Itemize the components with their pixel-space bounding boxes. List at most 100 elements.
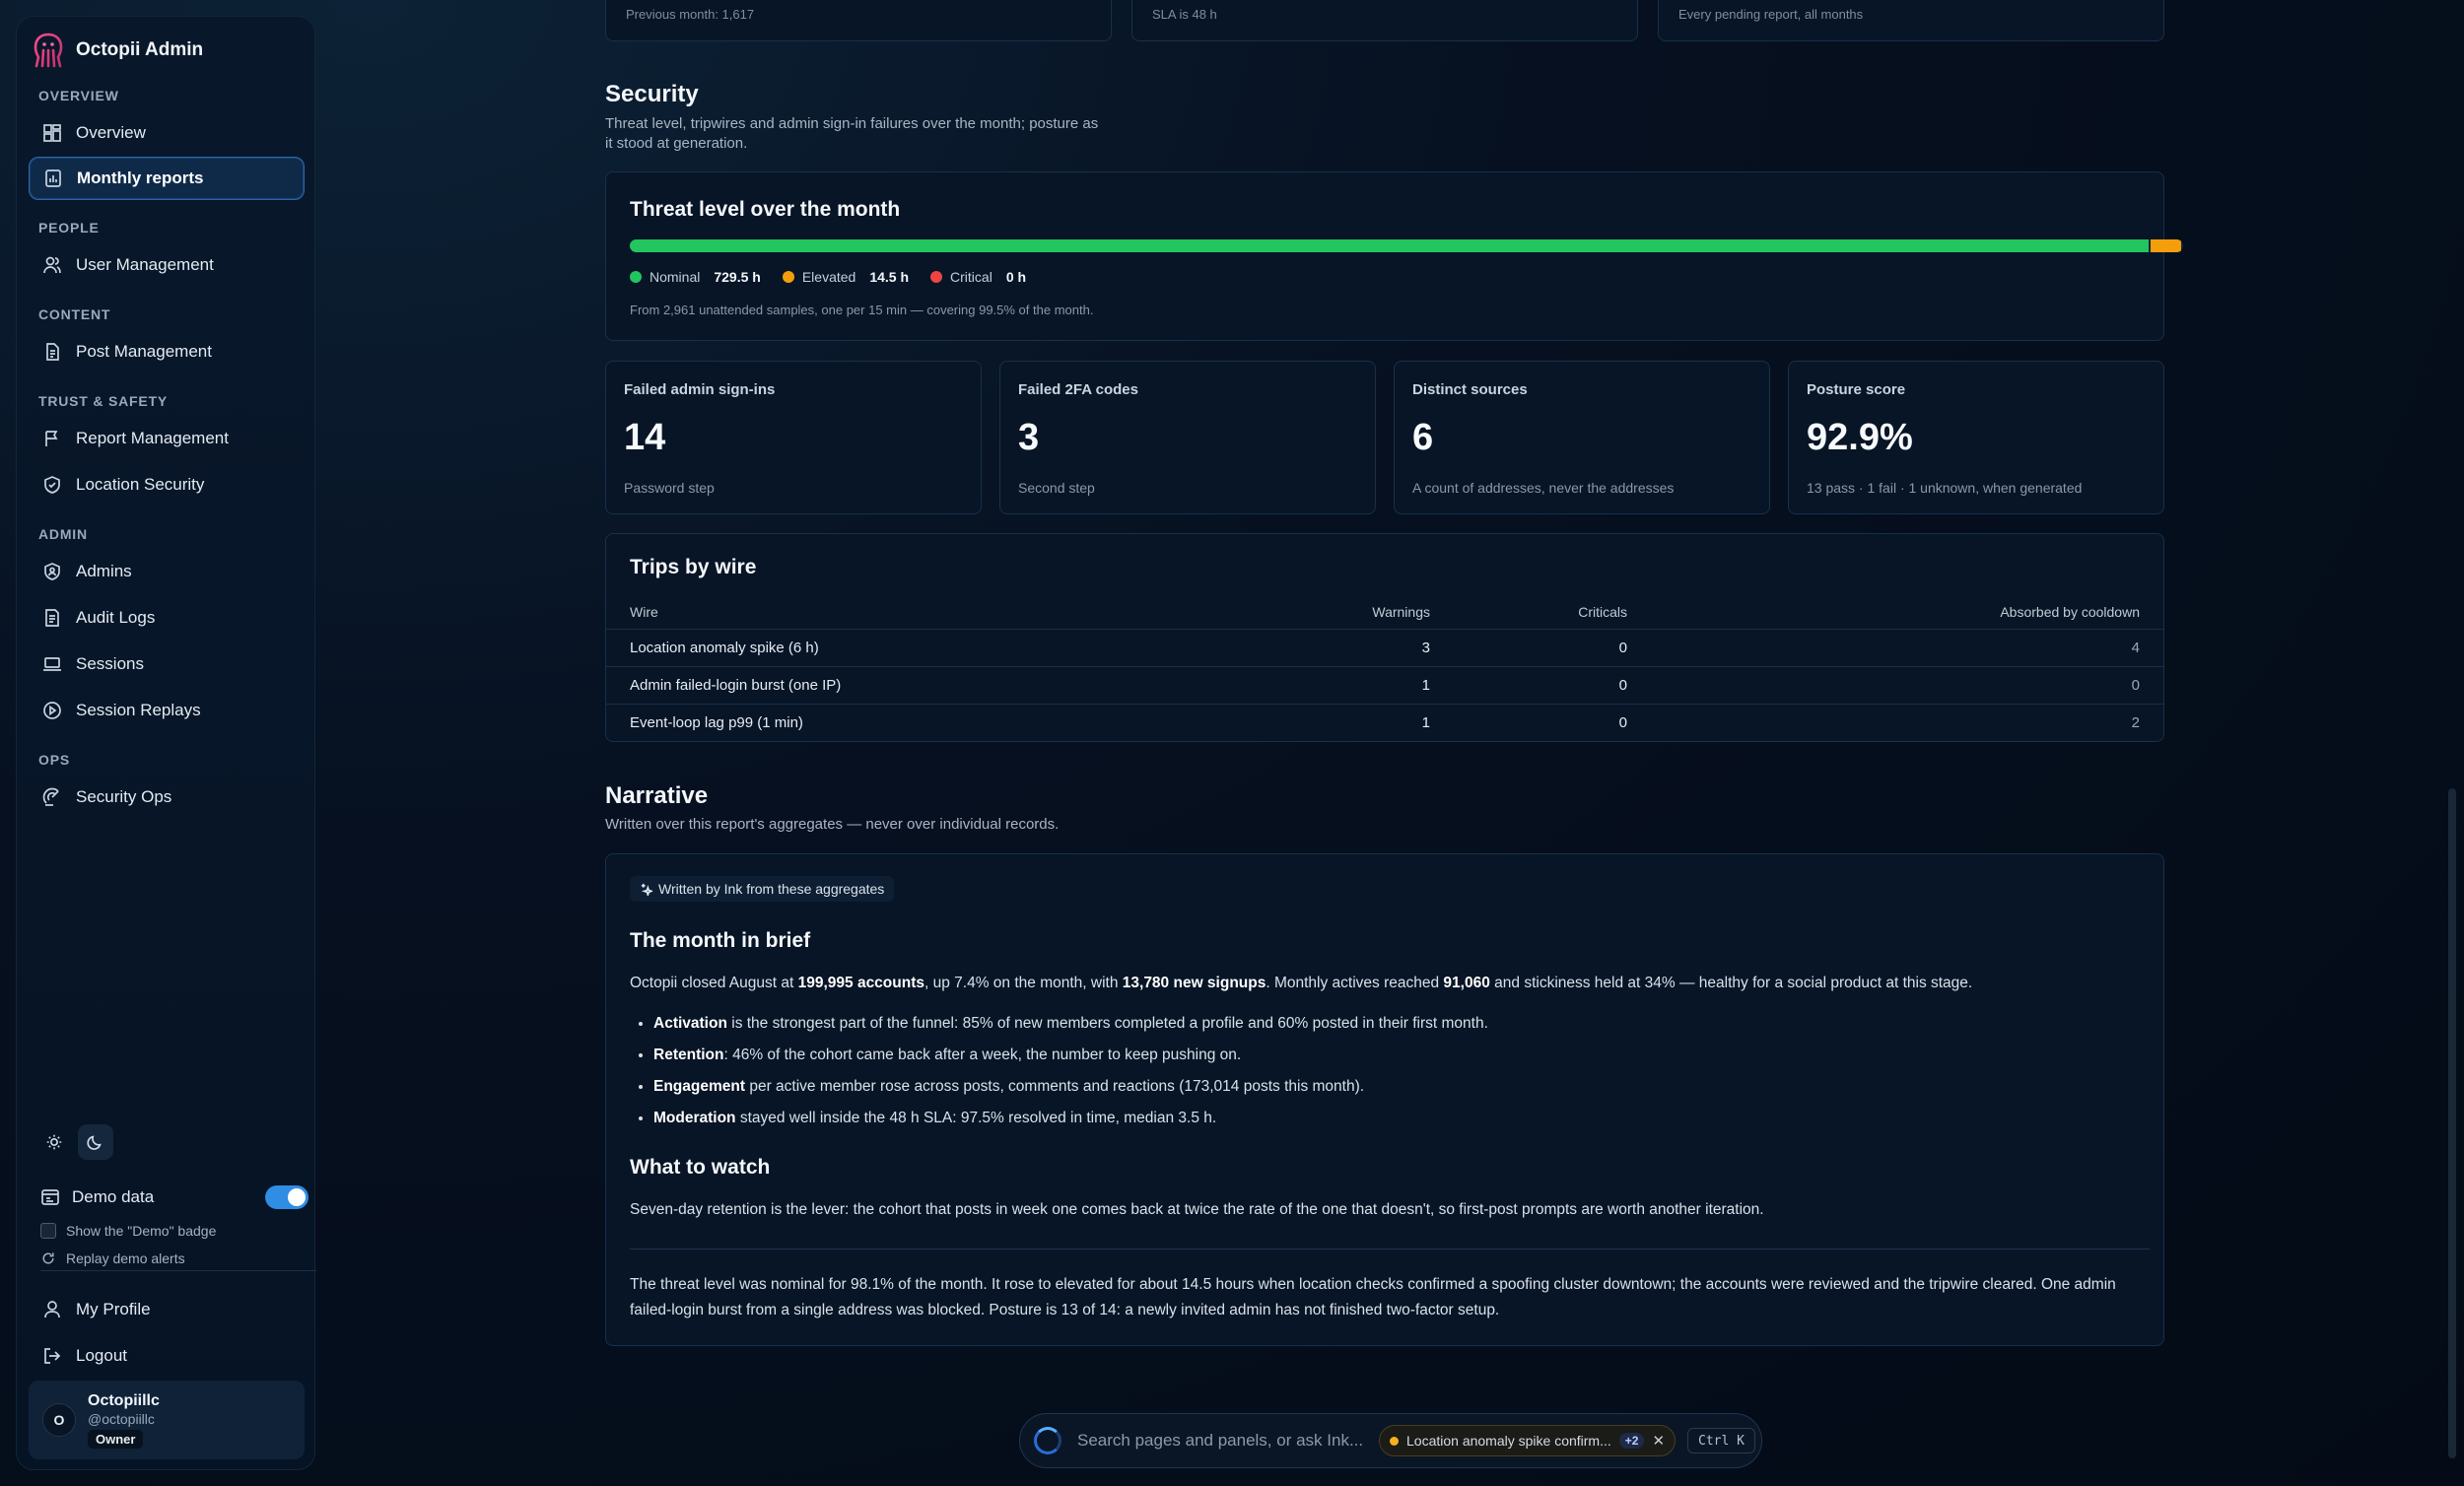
threat-segment-elevated	[2151, 239, 2181, 252]
threat-level-bar	[630, 239, 2183, 252]
shield-user-icon	[42, 562, 62, 581]
sidebar-item-label: Security Ops	[76, 787, 172, 806]
sidebar-item-overview[interactable]: Overview	[29, 111, 305, 155]
theme-switcher	[36, 1124, 113, 1160]
security-subtitle-line-2: it stood at generation.	[605, 135, 748, 152]
sidebar-item-label: Overview	[76, 123, 146, 142]
sidebar-item-label: Location Security	[76, 475, 205, 494]
role-badge: Owner	[88, 1429, 144, 1449]
threat-sample-note: From 2,961 unattended samples, one per 1…	[630, 303, 1094, 317]
demo-data-toggle[interactable]	[265, 1185, 308, 1209]
sidebar-item-location-security[interactable]: Location Security	[29, 463, 305, 507]
threat-legend: Nominal 729.5 h Elevated 14.5 h Critical…	[630, 269, 1026, 285]
sidebar-item-label: Post Management	[76, 342, 212, 361]
sidebar-item-label: Session Replays	[76, 701, 201, 719]
bullet-text: stayed well inside the 48 h SLA: 97.5% r…	[735, 1110, 1217, 1126]
show-demo-badge-checkbox[interactable]	[40, 1223, 56, 1239]
command-bar[interactable]: Search pages and panels, or ask Ink... L…	[1019, 1413, 1762, 1468]
legend-nominal: Nominal 729.5 h	[630, 269, 761, 285]
legend-value: 14.5 h	[869, 269, 910, 285]
brief-actives: 91,060	[1443, 975, 1490, 991]
stat-label: Distinct sources	[1412, 381, 1528, 398]
light-theme-button[interactable]	[36, 1124, 72, 1160]
sidebar-item-report-management[interactable]: Report Management	[29, 417, 305, 460]
sidebar-item-label: User Management	[76, 255, 214, 274]
command-search-input[interactable]: Search pages and panels, or ask Ink...	[1077, 1431, 1369, 1451]
summary-card-1: Previous month: 1,617	[605, 0, 1112, 41]
brand[interactable]: Octopii Admin	[31, 31, 203, 70]
stat-card-failed-2fa: Failed 2FA codes 3 Second step	[999, 361, 1376, 514]
stat-value: 92.9%	[1807, 417, 1913, 458]
sidebar-item-logout[interactable]: Logout	[29, 1334, 305, 1378]
stat-card-distinct-sources: Distinct sources 6 A count of addresses,…	[1394, 361, 1770, 514]
user-handle: @octopiillc	[88, 1410, 155, 1427]
sidebar-item-label: Monthly reports	[77, 169, 204, 187]
narrative-card: Written by Ink from these aggregates The…	[605, 853, 2164, 1346]
report-chart-icon	[43, 169, 63, 188]
close-icon[interactable]: ✕	[1652, 1432, 1665, 1450]
brief-text: and stickiness held at 34% — healthy for…	[1489, 975, 1973, 991]
brief-text: Octopii closed August at	[630, 975, 798, 991]
cell-absorbed: 0	[1651, 665, 2163, 704]
bullet-keyword: Engagement	[653, 1078, 746, 1095]
cell-wire: Admin failed-login burst (one IP)	[606, 665, 1335, 704]
cell-criticals: 0	[1454, 665, 1651, 704]
table-header-row: Wire Warnings Criticals Absorbed by cool…	[606, 595, 2163, 629]
demo-data-label: Demo data	[72, 1187, 155, 1206]
sidebar-item-label: Sessions	[76, 654, 144, 673]
shortcut-hint: Ctrl K	[1687, 1428, 1755, 1453]
alert-count-badge: +2	[1618, 1433, 1645, 1449]
users-icon	[42, 255, 62, 275]
stat-label: Posture score	[1807, 381, 1906, 398]
list-item: Moderation stayed well inside the 48 h S…	[653, 1103, 1488, 1134]
flag-icon	[42, 429, 62, 448]
legend-label: Nominal	[650, 269, 701, 285]
legend-value: 0 h	[1005, 269, 1027, 285]
watch-heading: What to watch	[630, 1156, 771, 1179]
narrative-subtitle: Written over this report's aggregates — …	[605, 816, 1060, 833]
sidebar-item-admins[interactable]: Admins	[29, 550, 305, 593]
brief-text: . Monthly actives reached	[1266, 975, 1444, 991]
sidebar-item-session-replays[interactable]: Session Replays	[29, 689, 305, 732]
cell-criticals: 0	[1454, 703, 1651, 741]
sidebar-item-post-management[interactable]: Post Management	[29, 330, 305, 373]
sidebar-item-my-profile[interactable]: My Profile	[29, 1288, 305, 1331]
legend-value: 729.5 h	[714, 269, 761, 285]
threat-level-card: Threat level over the month Nominal 729.…	[605, 171, 2183, 341]
threat-level-title: Threat level over the month	[630, 198, 901, 221]
show-demo-badge-option[interactable]: Show the "Demo" badge	[40, 1223, 216, 1239]
section-content: CONTENT	[38, 306, 111, 322]
section-ops: OPS	[38, 752, 70, 768]
threat-paragraph-line-2: failed-login burst from a single address…	[630, 1302, 1500, 1318]
cell-absorbed: 2	[1651, 703, 2163, 741]
sidebar-item-audit-logs[interactable]: Audit Logs	[29, 596, 305, 640]
cell-warnings: 1	[1335, 703, 1454, 741]
table-row: Event-loop lag p99 (1 min) 1 0 2	[606, 703, 2163, 741]
sidebar-item-user-management[interactable]: User Management	[29, 243, 305, 287]
page-scrollbar[interactable]	[2448, 788, 2456, 1458]
brief-signups: 13,780 new signups	[1122, 975, 1266, 991]
sidebar-item-label: Logout	[76, 1346, 127, 1365]
table-row: Admin failed-login burst (one IP) 1 0 0	[606, 665, 2163, 704]
threat-paragraph-line-1: The threat level was nominal for 98.1% o…	[630, 1276, 2116, 1293]
sparkle-icon	[641, 883, 652, 896]
active-alert-chip[interactable]: Location anomaly spike confirm... +2 ✕	[1379, 1425, 1677, 1456]
sidebar-item-monthly-reports[interactable]: Monthly reports	[29, 157, 305, 200]
sidebar-item-label: Audit Logs	[76, 608, 156, 627]
stat-label: Failed 2FA codes	[1018, 381, 1138, 398]
legend-critical: Critical 0 h	[930, 269, 1026, 285]
dark-theme-button[interactable]	[78, 1124, 113, 1160]
user-icon	[42, 1300, 62, 1319]
legend-label: Critical	[950, 269, 992, 285]
summary-note: SLA is 48 h	[1152, 7, 1217, 22]
replay-demo-alerts-option[interactable]: Replay demo alerts	[40, 1250, 185, 1266]
security-heading: Security	[605, 81, 699, 107]
bullet-keyword: Activation	[653, 1015, 727, 1032]
brief-accounts: 199,995 accounts	[797, 975, 924, 991]
laptop-icon	[42, 654, 62, 674]
brief-heading: The month in brief	[630, 929, 811, 952]
sidebar-item-security-ops[interactable]: Security Ops	[29, 776, 305, 819]
sidebar-item-sessions[interactable]: Sessions	[29, 642, 305, 686]
demo-data-row: Demo data	[40, 1185, 308, 1209]
user-card[interactable]: O Octopiillc @octopiillc Owner	[29, 1381, 305, 1459]
